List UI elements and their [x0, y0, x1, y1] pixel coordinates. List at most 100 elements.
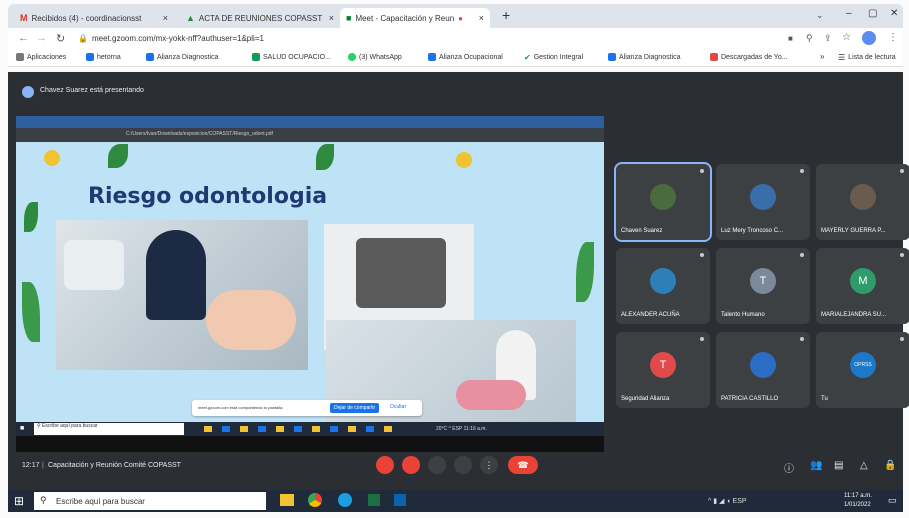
- bookmark-label: hetorna: [97, 53, 121, 61]
- people-icon[interactable]: 👥: [810, 460, 822, 471]
- bookmark-item[interactable]: (3) WhatsApp: [348, 53, 402, 61]
- mic-muted-icon: [900, 169, 904, 173]
- apps-icon: [16, 53, 24, 61]
- reload-icon[interactable]: ↻: [56, 32, 65, 45]
- recording-dot-icon: ●: [458, 13, 463, 23]
- present-button[interactable]: [454, 456, 472, 474]
- tab-drive[interactable]: ▲ ACTA DE REUNIONES COPASST ×: [180, 8, 340, 28]
- patient-figure: [206, 290, 296, 350]
- bookmark-item[interactable]: SALUD OCUPACIO...: [252, 53, 331, 61]
- hide-button[interactable]: Ocultar: [390, 404, 406, 410]
- back-icon[interactable]: ←: [18, 32, 29, 44]
- edge-icon[interactable]: [338, 493, 352, 507]
- bookmark-label: Alianza Ocupacional: [439, 53, 503, 61]
- participant-name: Talento Humano: [721, 312, 765, 318]
- more-options-button[interactable]: ⋮: [480, 456, 498, 474]
- participant-name: Seguridad Alianza: [621, 396, 670, 402]
- close-icon[interactable]: ×: [479, 13, 484, 23]
- notifications-icon[interactable]: ▭: [888, 495, 897, 506]
- outlook-icon[interactable]: [394, 494, 406, 506]
- chevron-down-icon[interactable]: ⌄: [816, 10, 824, 21]
- participant-tile[interactable]: ALEXANDER ACUÑA: [616, 248, 710, 324]
- excel-icon[interactable]: [368, 494, 380, 506]
- inner-search-label: Escribe aquí para buscar: [42, 423, 98, 429]
- tab-gmail[interactable]: M Recibidos (4) - coordinacionsst ×: [14, 8, 174, 28]
- dental-lamp: [64, 240, 124, 290]
- close-icon[interactable]: ×: [329, 13, 334, 23]
- stop-sharing-button[interactable]: Dejar de compartir: [330, 403, 380, 413]
- participant-tile[interactable]: PATRICIA CASTILLO: [716, 332, 810, 408]
- zoom-icon[interactable]: ⚲: [806, 33, 813, 44]
- bookmark-item[interactable]: hetorna: [86, 53, 121, 61]
- share-icon[interactable]: ⇪: [824, 33, 832, 44]
- lock-icon: 🔒: [78, 34, 88, 43]
- bookmark-item[interactable]: Descargadas de Yo...: [710, 53, 788, 61]
- bookmark-icon: [710, 53, 718, 61]
- participant-tile[interactable]: M MARIALEJANDRA SU...: [816, 248, 909, 324]
- info-icon[interactable]: ⓘ: [784, 460, 794, 475]
- participant-tile[interactable]: MAYERLY GUERRA P...: [816, 164, 909, 240]
- participant-name: Tu: [821, 396, 828, 402]
- bookmark-item[interactable]: Alianza Diagnostica: [146, 53, 218, 61]
- inner-search: ⚲ Escribe aquí para buscar: [34, 423, 184, 435]
- bookmark-item[interactable]: Alianza Ocupacional: [428, 53, 503, 61]
- participant-tile[interactable]: Chaven Suarez: [614, 162, 712, 242]
- bookmark-icon: [428, 53, 436, 61]
- search-icon: ⚲: [40, 495, 47, 505]
- hangup-button[interactable]: ☎: [508, 456, 538, 474]
- camera-off-button[interactable]: [402, 456, 420, 474]
- activities-icon[interactable]: △: [860, 460, 868, 471]
- slide: Riesgo odontologia meet.gzoom.com está c…: [16, 142, 604, 422]
- flower-decor: [44, 150, 60, 166]
- participant-tile[interactable]: OPRSS Tu: [816, 332, 909, 408]
- inner-app-icons: [204, 426, 394, 432]
- forward-icon[interactable]: →: [36, 32, 47, 44]
- camera-icon[interactable]: ■: [788, 34, 793, 43]
- participant-name: PATRICIA CASTILLO: [721, 396, 779, 402]
- bookmark-item[interactable]: ✔ Gestion Integral: [524, 53, 583, 62]
- participant-avatar: [850, 184, 876, 210]
- inner-toolbar: C:/Users/Ivan/Downloads/exposicion/COPAS…: [16, 128, 604, 142]
- list-icon: ☰: [838, 53, 846, 62]
- tab-meet[interactable]: ■ Meet - Capacitación y Reun ● ×: [340, 8, 490, 28]
- chevron-right-icon[interactable]: »: [820, 52, 824, 61]
- lock-icon[interactable]: 🔒: [884, 460, 896, 471]
- dentist-figure: [146, 230, 206, 320]
- participant-tile[interactable]: Luz Mery Troncoso C...: [716, 164, 810, 240]
- mic-muted-icon: [700, 253, 704, 257]
- participant-name: ALEXANDER ACUÑA: [621, 312, 680, 318]
- maximize-icon[interactable]: ▢: [868, 8, 877, 19]
- taskbar-search-label: Escribe aquí para buscar: [56, 497, 145, 506]
- star-icon[interactable]: ☆: [842, 32, 851, 43]
- profile-avatar[interactable]: [862, 31, 876, 45]
- reading-list[interactable]: ☰ Lista de lectura: [838, 53, 896, 62]
- captions-button[interactable]: [428, 456, 446, 474]
- close-window-icon[interactable]: ✕: [890, 8, 898, 19]
- minimize-icon[interactable]: –: [846, 8, 852, 19]
- address-bar[interactable]: meet.gzoom.com/mx-yokk-nff?authuser=1&pl…: [92, 34, 264, 43]
- chrome-icon[interactable]: [308, 493, 322, 507]
- participant-name: MAYERLY GUERRA P...: [821, 228, 886, 234]
- file-explorer-icon[interactable]: [280, 494, 294, 506]
- menu-icon[interactable]: ⋮: [888, 32, 898, 43]
- check-icon: ✔: [524, 53, 531, 62]
- tab-label: Meet - Capacitación y Reun: [355, 13, 455, 23]
- tab-label: ACTA DE REUNIONES COPASST: [198, 13, 323, 23]
- participant-tile[interactable]: T Seguridad Alianza: [616, 332, 710, 408]
- inner-url: C:/Users/Ivan/Downloads/exposicion/COPAS…: [126, 131, 273, 137]
- taskbar-search-input[interactable]: ⚲ Escribe aquí para buscar: [34, 492, 266, 510]
- bookmark-label: Descargadas de Yo...: [721, 53, 788, 61]
- close-icon[interactable]: ×: [163, 13, 168, 23]
- mic-off-button[interactable]: [376, 456, 394, 474]
- participant-name: MARIALEJANDRA SU...: [821, 312, 887, 318]
- bookmark-apps[interactable]: Aplicaciones: [16, 53, 66, 61]
- bookmark-label: Gestion Integral: [533, 54, 584, 61]
- bookmark-item[interactable]: Alianza Diagnostica: [608, 53, 680, 61]
- participant-tile[interactable]: T Talento Humano: [716, 248, 810, 324]
- new-tab-button[interactable]: +: [502, 7, 510, 23]
- chat-icon[interactable]: ▤: [834, 460, 843, 471]
- presenter-banner: Chavez Suarez está presentando: [40, 87, 144, 94]
- windows-start-icon[interactable]: ⊞: [14, 494, 24, 508]
- bookmark-icon: [252, 53, 260, 61]
- windows-icon: ■: [20, 425, 25, 432]
